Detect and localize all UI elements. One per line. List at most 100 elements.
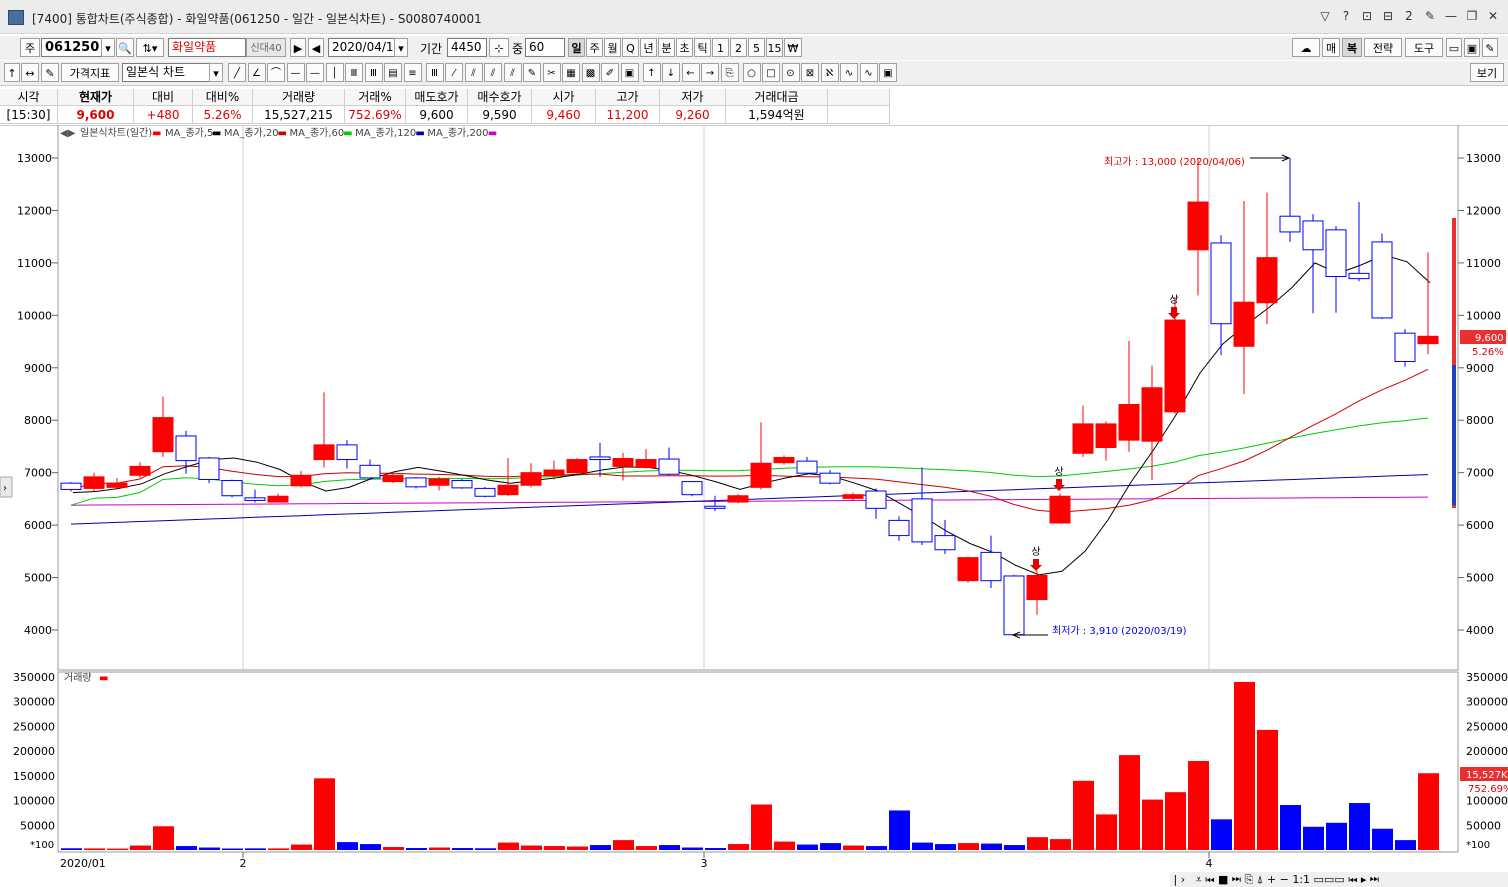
channel3-icon[interactable]: ⫽ (503, 63, 522, 82)
candle-body-44[interactable] (1072, 423, 1094, 454)
volume-bar-51[interactable] (1234, 681, 1255, 850)
candle-body-57[interactable] (1371, 241, 1393, 319)
volume-bar-14[interactable] (383, 847, 404, 850)
interval-10[interactable]: 5 (748, 38, 765, 57)
candle-body-19[interactable] (497, 484, 519, 496)
volume-bar-53[interactable] (1280, 805, 1301, 850)
angle-line-icon[interactable]: ∠ (247, 63, 266, 82)
candle-body-35[interactable] (865, 490, 887, 509)
candle-body-45[interactable] (1095, 423, 1117, 448)
indicator-button[interactable]: 가격지표 (61, 63, 119, 82)
candle-body-6[interactable] (198, 457, 220, 480)
candle-body-23[interactable] (589, 456, 611, 461)
range-icon[interactable]: ⊹ (489, 38, 509, 57)
candle-body-31[interactable] (773, 456, 795, 464)
date-dropdown-icon[interactable]: ▾ (394, 38, 408, 57)
volume-bar-31[interactable] (774, 841, 795, 850)
volume-bar-19[interactable] (498, 842, 519, 850)
volume-bar-10[interactable] (291, 844, 312, 850)
candle-body-4[interactable] (152, 417, 174, 453)
candle-body-40[interactable] (980, 551, 1002, 582)
interval-8[interactable]: 1 (712, 38, 729, 57)
candle-body-43[interactable] (1049, 495, 1071, 524)
copy-icon[interactable]: ⎘ (720, 63, 739, 82)
candle-body-30[interactable] (750, 462, 772, 488)
vertical-line-icon[interactable]: │ (325, 63, 344, 82)
volume-bar-56[interactable] (1349, 803, 1370, 850)
volume-bar-41[interactable] (1004, 845, 1025, 850)
window-control-2[interactable]: ⊡ (1360, 8, 1374, 24)
window-control-3[interactable]: ⊟ (1381, 8, 1395, 24)
candle-body-17[interactable] (451, 480, 473, 489)
volume-bar-55[interactable] (1326, 822, 1347, 850)
cloud-icon[interactable]: ☁ (1292, 38, 1320, 57)
volume-bar-48[interactable] (1165, 792, 1186, 850)
candle-body-7[interactable] (221, 480, 243, 497)
levels-icon[interactable]: ≡ (403, 63, 422, 82)
volume-bar-50[interactable] (1211, 819, 1232, 850)
left-panel-arrow-icon[interactable]: › (3, 483, 7, 494)
candle-body-51[interactable] (1233, 301, 1255, 347)
volume-bar-21[interactable] (544, 846, 565, 850)
arrow-right-icon[interactable]: → (701, 63, 719, 82)
period-input[interactable]: 4450 (447, 38, 487, 57)
expand-icon[interactable]: ↔ (21, 63, 39, 82)
candle-body-14[interactable] (382, 474, 404, 483)
candle-body-3[interactable] (129, 465, 151, 476)
volume-bar-11[interactable] (314, 778, 335, 850)
volume-bar-54[interactable] (1303, 826, 1324, 850)
volume-bar-40[interactable] (981, 843, 1002, 850)
candle-body-50[interactable] (1210, 242, 1232, 325)
window-control-1[interactable]: ? (1339, 8, 1353, 24)
arrow-down-icon[interactable]: ↓ (662, 63, 680, 82)
interval-4[interactable]: 년 (640, 38, 657, 57)
interval-6[interactable]: 초 (676, 38, 693, 57)
volume-bar-58[interactable] (1395, 840, 1416, 850)
candle-body-26[interactable] (658, 458, 680, 475)
market-select[interactable]: 주 (20, 38, 40, 57)
candle-body-56[interactable] (1348, 272, 1370, 280)
volume-bar-35[interactable] (866, 846, 887, 850)
arc-icon[interactable]: ⌒ (267, 63, 285, 82)
candle-body-36[interactable] (888, 519, 910, 537)
candle-body-32[interactable] (796, 460, 818, 474)
candle-body-42[interactable] (1026, 574, 1048, 601)
interval-0[interactable]: 일 (568, 38, 585, 57)
folder-icon[interactable]: ▭ (1446, 38, 1462, 57)
navigation-bar[interactable]: | › ⩡ ⏮ ■ ⏭ ⎘ ⍋ + − 1:1 ▭▭▭ ⏮ ▸ ⏭ (1170, 872, 1508, 887)
fibo-icon[interactable]: Ⅲ (345, 63, 363, 82)
volume-bar-2[interactable] (107, 848, 128, 850)
wrench-icon[interactable]: ✎ (1482, 38, 1498, 57)
window-control-7[interactable]: ❐ (1465, 8, 1479, 24)
volume-bar-8[interactable] (245, 848, 266, 850)
rect-icon[interactable]: □ (762, 63, 780, 82)
volume-bar-22[interactable] (567, 846, 588, 850)
arrow-up-icon[interactable]: ↑ (642, 63, 661, 82)
horizontal-line-icon[interactable]: — (286, 63, 305, 82)
volume-bar-9[interactable] (268, 848, 289, 850)
volume-bar-33[interactable] (820, 843, 841, 850)
volume-bar-7[interactable] (222, 848, 243, 850)
candle-body-18[interactable] (474, 487, 496, 497)
box-icon[interactable]: ▣ (620, 63, 639, 82)
volume-bar-3[interactable] (130, 845, 151, 850)
candle-body-12[interactable] (336, 444, 358, 461)
candle-body-25[interactable] (635, 459, 657, 468)
volume-bar-43[interactable] (1050, 839, 1071, 850)
wave-icon[interactable]: ∿ (840, 63, 858, 82)
window-control-5[interactable]: ✎ (1423, 8, 1437, 24)
marker-icon[interactable]: ✐ (601, 63, 619, 82)
window-control-6[interactable]: — (1444, 8, 1458, 24)
legend-toggle-icon[interactable]: ◀▶ (60, 128, 76, 139)
cut-icon[interactable]: ✂ (542, 63, 561, 82)
view-button[interactable]: 보기 (1470, 63, 1504, 82)
volume-bar-26[interactable] (659, 845, 680, 850)
candle-body-33[interactable] (819, 472, 841, 484)
volume-bar-29[interactable] (728, 844, 749, 850)
arrow-left-icon[interactable]: ← (681, 63, 700, 82)
interval-3[interactable]: Q (622, 38, 639, 57)
candle-body-22[interactable] (566, 459, 588, 474)
volume-bar-47[interactable] (1142, 799, 1163, 850)
andrews-icon[interactable]: ℵ (820, 63, 839, 82)
volume-bar-1[interactable] (84, 848, 105, 850)
